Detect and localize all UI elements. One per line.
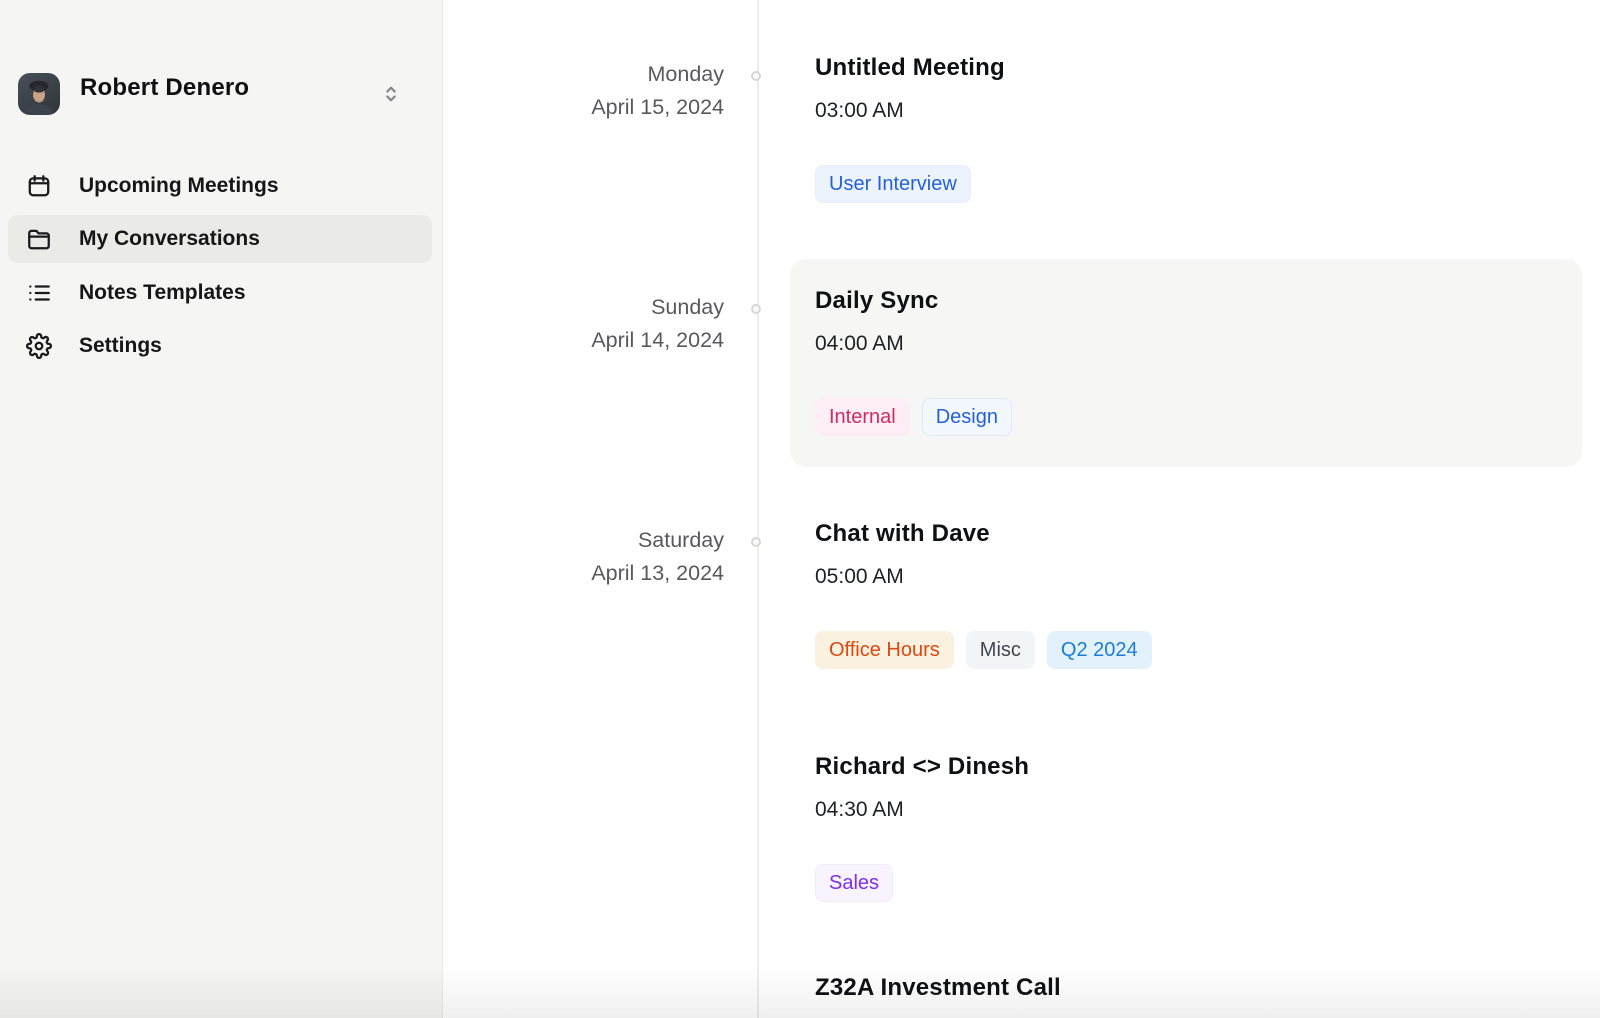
timeline-date: Monday April 15, 2024	[444, 58, 724, 124]
sidebar-item-notes-templates[interactable]: Notes Templates	[8, 269, 432, 317]
timeline-date-label: April 13, 2024	[444, 557, 724, 590]
profile-name: Robert Denero	[80, 74, 249, 102]
folder-icon	[26, 226, 52, 252]
meeting-title: Chat with Dave	[815, 519, 1582, 549]
tag-misc[interactable]: Misc	[966, 631, 1035, 669]
timeline-dot	[751, 304, 761, 314]
chevron-updown-icon[interactable]	[377, 79, 405, 109]
sidebar: Robert Denero Upcoming Meetings	[0, 0, 443, 1018]
meeting-notes-app: Robert Denero Upcoming Meetings	[0, 0, 1600, 1018]
meeting-time: 05:00 AM	[815, 564, 1582, 590]
meeting-time: 04:00 AM	[815, 331, 1582, 357]
timeline-dot	[751, 537, 761, 547]
timeline-date-label: April 14, 2024	[444, 324, 724, 357]
list-icon	[26, 280, 52, 306]
gear-icon	[26, 333, 52, 359]
timeline-line	[757, 0, 759, 1018]
meeting-tags: Office Hours Misc Q2 2024	[815, 631, 1582, 669]
timeline-date: Saturday April 13, 2024	[444, 524, 724, 590]
sidebar-item-label: Settings	[79, 334, 162, 358]
timeline-weekday: Saturday	[444, 524, 724, 557]
tag-q2-2024[interactable]: Q2 2024	[1047, 631, 1152, 669]
sidebar-item-label: My Conversations	[79, 227, 260, 251]
calendar-icon	[26, 173, 52, 199]
tag-internal[interactable]: Internal	[815, 398, 910, 436]
tag-sales[interactable]: Sales	[815, 864, 893, 902]
tag-office-hours[interactable]: Office Hours	[815, 631, 954, 669]
meeting-title: Z32A Investment Call	[815, 973, 1582, 1003]
meeting-entry-selected[interactable]: Daily Sync 04:00 AM Internal Design	[790, 259, 1582, 467]
meeting-entry[interactable]: Richard <> Dinesh 04:30 AM Sales	[790, 752, 1582, 902]
timeline-weekday: Monday	[444, 58, 724, 91]
meeting-entry[interactable]: Chat with Dave 05:00 AM Office Hours Mis…	[790, 519, 1582, 669]
meeting-tags: Sales	[815, 864, 1582, 902]
timeline-weekday: Sunday	[444, 291, 724, 324]
sidebar-item-upcoming-meetings[interactable]: Upcoming Meetings	[8, 162, 432, 210]
meeting-entry[interactable]: Z32A Investment Call	[790, 973, 1582, 1003]
tag-user-interview[interactable]: User Interview	[815, 165, 971, 203]
profile-menu[interactable]: Robert Denero	[0, 65, 443, 123]
sidebar-item-settings[interactable]: Settings	[8, 322, 432, 370]
tag-design[interactable]: Design	[922, 398, 1012, 436]
timeline-dot	[751, 71, 761, 81]
meeting-time: 03:00 AM	[815, 98, 1582, 124]
meeting-tags: Internal Design	[815, 398, 1582, 436]
sidebar-item-my-conversations[interactable]: My Conversations	[8, 215, 432, 263]
meeting-title: Richard <> Dinesh	[815, 752, 1582, 782]
meeting-tags: User Interview	[815, 165, 1582, 203]
meeting-time: 04:30 AM	[815, 797, 1582, 823]
sidebar-item-label: Upcoming Meetings	[79, 174, 279, 198]
timeline-date: Sunday April 14, 2024	[444, 291, 724, 357]
avatar	[18, 73, 60, 115]
meeting-title: Daily Sync	[815, 286, 1582, 316]
sidebar-item-label: Notes Templates	[79, 281, 246, 305]
meeting-entry[interactable]: Untitled Meeting 03:00 AM User Interview	[790, 53, 1582, 203]
meeting-title: Untitled Meeting	[815, 53, 1582, 83]
timeline-date-label: April 15, 2024	[444, 91, 724, 124]
conversations-timeline: Monday April 15, 2024 Sunday April 14, 2…	[444, 0, 1600, 1018]
